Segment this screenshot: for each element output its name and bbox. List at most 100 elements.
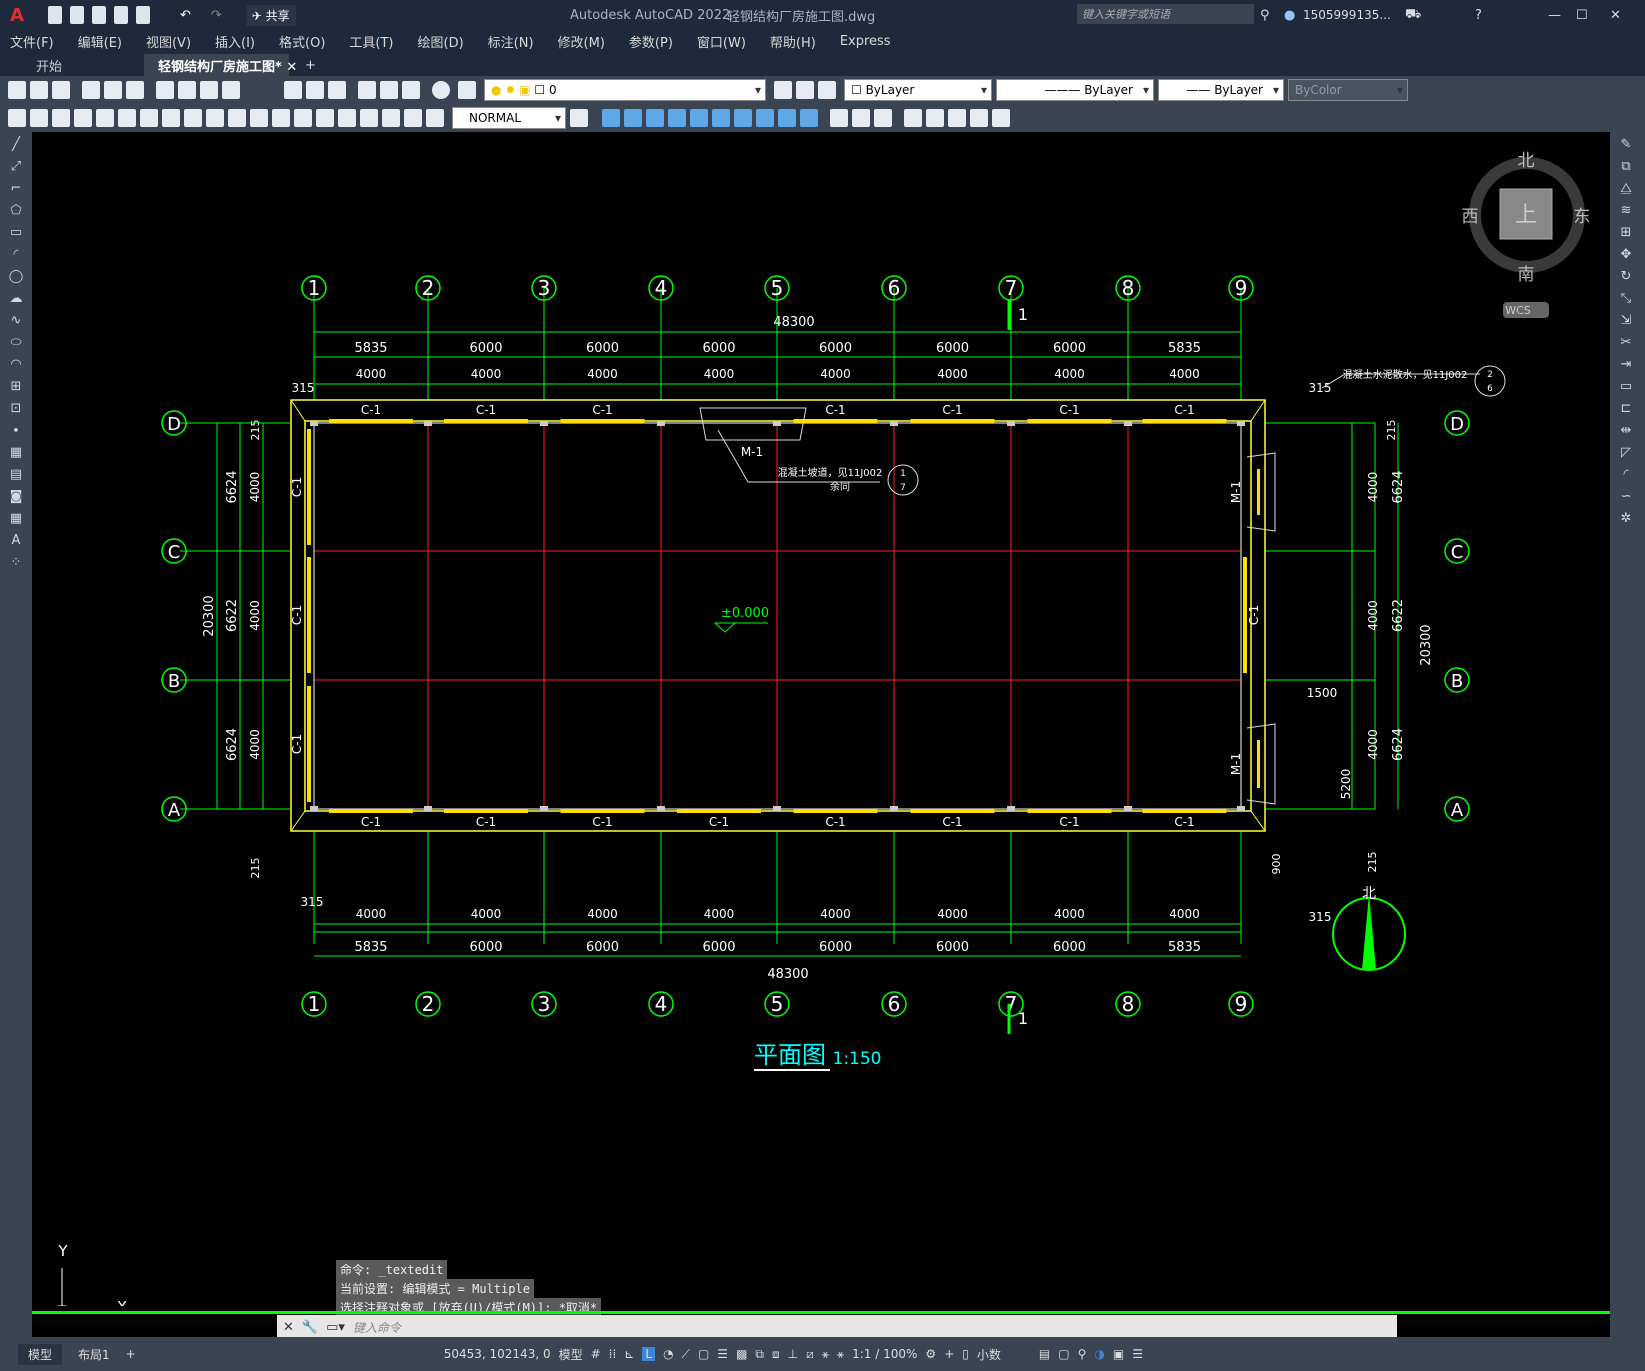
layout-tab-1[interactable]: 布局1 [70,1344,118,1365]
trim-icon[interactable]: ✂ [1617,334,1635,352]
matchprop-icon[interactable] [222,81,240,99]
autoscale-icon[interactable]: ⚹ [837,1347,844,1362]
rotate-icon[interactable]: ↻ [1617,268,1635,286]
mtext-icon[interactable]: A [7,532,25,550]
ortho-icon[interactable]: L [642,1347,656,1361]
erase-icon[interactable]: ✎ [1617,136,1635,154]
dim-edit-icon[interactable] [382,109,400,127]
menu-dimension[interactable]: 标注(N) [488,32,534,51]
table-icon[interactable]: ▦ [7,510,25,528]
view-iso4-icon[interactable] [800,109,818,127]
mirror-icon[interactable]: ⧋ [1617,180,1635,198]
annotation-scale[interactable]: 1:1 / 100% [852,1347,917,1361]
isolate-icon[interactable]: ⚲ [1078,1347,1087,1361]
design-center-icon[interactable] [380,81,398,99]
new-tab-icon[interactable]: + [305,58,316,73]
lineweight-select[interactable]: —— ByLayer [1158,79,1284,101]
copy-icon[interactable] [178,81,196,99]
snap-icon[interactable]: ⁞⁞ [609,1347,617,1361]
properties-icon[interactable] [358,81,376,99]
menu-help[interactable]: 帮助(H) [770,32,816,51]
view-front-icon[interactable] [602,109,620,127]
minimize-icon[interactable]: — [1548,8,1561,23]
preview-icon[interactable] [104,81,122,99]
autocad-logo-icon[interactable]: A [10,5,24,26]
dim-angular-icon[interactable] [162,109,180,127]
user-icon[interactable]: ● [1284,8,1295,23]
move-icon[interactable]: ✥ [1617,246,1635,264]
undo-icon[interactable]: ↶ [180,8,191,23]
save-icon[interactable] [52,81,70,99]
view-iso1-icon[interactable] [734,109,752,127]
polygon-icon[interactable]: ⬠ [7,202,25,220]
insert-block-icon[interactable]: ⊞ [7,378,25,396]
annotation-monitor-icon[interactable]: + [944,1347,954,1361]
menu-modify[interactable]: 修改(M) [558,32,605,51]
inspect-icon[interactable] [338,109,356,127]
new-icon[interactable] [8,81,26,99]
menu-format[interactable]: 格式(O) [279,32,325,51]
hatch-icon[interactable]: ▦ [7,444,25,462]
offset-icon[interactable]: ≋ [1617,202,1635,220]
viewcube-east[interactable]: 东 [1574,207,1591,227]
ucs-world-icon[interactable] [926,109,944,127]
drawing-canvas[interactable]: 48300 5835 6000 6000 6000 6000 6000 6000 5835 483… [32,132,1610,1339]
stretch-icon[interactable]: ⇲ [1617,312,1635,330]
publish-icon[interactable] [126,81,144,99]
ucs-dynamic-icon[interactable]: ⊥ [788,1347,798,1361]
menu-window[interactable]: 窗口(W) [697,32,746,51]
plotstyle-select[interactable]: ByColor [1288,79,1408,101]
model-space-button[interactable]: 模型 [559,1346,583,1363]
workspace-gear-icon[interactable]: ⚙ [925,1347,936,1361]
wcs-menu[interactable]: WCS [1505,304,1531,317]
wireframe-icon[interactable] [874,109,892,127]
view-back-icon[interactable] [624,109,642,127]
zoom-window-icon[interactable] [328,81,346,99]
tab-close-icon[interactable]: ✕ [286,60,297,75]
menu-tools[interactable]: 工具(T) [349,32,393,51]
3dosnap-icon[interactable]: ⧈ [772,1347,780,1362]
command-line[interactable]: ✕ 🔧 ▭▾ 键入命令 [277,1315,1397,1339]
join-icon[interactable]: ⇹ [1617,422,1635,440]
spline-icon[interactable]: ∿ [7,312,25,330]
explode-icon[interactable]: ✲ [1617,510,1635,528]
menu-parametric[interactable]: 参数(P) [629,32,673,51]
dim-space-icon[interactable] [250,109,268,127]
command-recent-icon[interactable]: ▭▾ [326,1320,345,1335]
polar-icon[interactable]: ◔ [663,1347,673,1361]
share-button[interactable]: ✈ 共享 [245,4,296,26]
command-close-icon[interactable]: ✕ [283,1320,294,1335]
revcloud-icon[interactable]: ☁ [7,290,25,308]
view-left-icon[interactable] [646,109,664,127]
ucs-icon[interactable] [904,109,922,127]
array-icon[interactable]: ⊞ [1617,224,1635,242]
maximize-icon[interactable]: ☐ [1576,8,1588,23]
customize-icon[interactable]: ☰ [1132,1347,1143,1361]
fillet-icon[interactable]: ◜ [1617,466,1635,484]
close-icon[interactable]: ✕ [1610,8,1621,23]
point-icon[interactable]: ∙ [7,422,25,440]
add-selected-icon[interactable]: ⁘ [7,554,25,572]
ucs-3point-icon[interactable] [992,109,1010,127]
viewcube-south[interactable]: 南 [1518,265,1535,285]
dim-radius-icon[interactable] [96,109,114,127]
quick-access-save-icon[interactable] [91,6,106,24]
layout-tab-model[interactable]: 模型 [18,1343,63,1365]
polyline-icon[interactable]: ⌐ [7,180,25,198]
dim-linear-icon[interactable] [8,109,26,127]
lineweight-icon[interactable]: ☰ [717,1347,728,1361]
gradient-icon[interactable]: ▤ [7,466,25,484]
circle-icon[interactable]: ◯ [7,268,25,286]
copy-object-icon[interactable]: ⧉ [1617,158,1635,176]
dimstyle-manager-icon[interactable] [570,109,588,127]
center-mark-icon[interactable] [316,109,334,127]
cart-icon[interactable]: ⛟ [1405,7,1421,24]
dim-aligned-icon[interactable] [30,109,48,127]
search-icon[interactable]: ⚲ [1260,8,1270,23]
dim-break-icon[interactable] [272,109,290,127]
break-icon[interactable]: ⊏ [1617,400,1635,418]
pan-icon[interactable] [284,81,302,99]
viewcube-west[interactable]: 西 [1462,207,1479,227]
isodraft-icon[interactable]: ⟋ [682,1347,690,1362]
quick-access-saveas-icon[interactable] [113,6,128,24]
